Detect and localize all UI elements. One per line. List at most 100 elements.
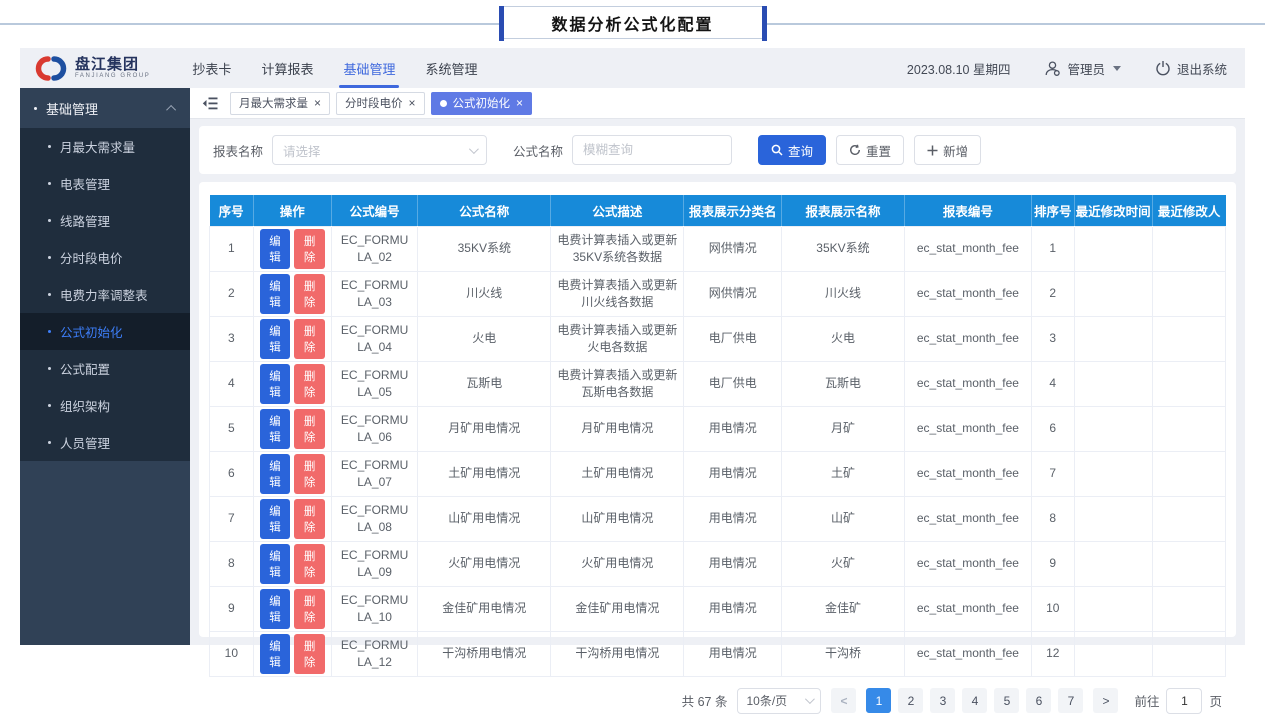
formula-name-input[interactable] [572, 135, 732, 165]
sidebar-item-label: 分时段电价 [60, 248, 123, 267]
cell-category: 用电情况 [684, 406, 782, 451]
delete-button[interactable]: 删除 [294, 319, 325, 359]
logout-button[interactable]: 退出系统 [1155, 59, 1227, 78]
nav-item-link[interactable]: 系统管理 [425, 48, 477, 88]
reset-button[interactable]: 重置 [836, 135, 904, 165]
page-number-button[interactable]: 2 [898, 688, 923, 713]
delete-button[interactable]: 删除 [294, 229, 325, 269]
sidebar-item[interactable]: 人员管理 [20, 424, 190, 461]
view-tab[interactable]: 公式初始化× [431, 92, 533, 115]
sidebar-item[interactable]: 电表管理 [20, 165, 190, 202]
close-icon[interactable]: × [314, 97, 321, 109]
cell-sort: 12 [1031, 631, 1074, 676]
edit-button[interactable]: 编辑 [260, 409, 291, 449]
page-number-button[interactable]: 4 [962, 688, 987, 713]
sidebar-item[interactable]: 线路管理 [20, 202, 190, 239]
cell-modified-by [1152, 541, 1225, 586]
page-number-button[interactable]: 3 [930, 688, 955, 713]
sidebar-item[interactable]: 公式初始化 [20, 313, 190, 350]
report-name-select[interactable]: 请选择 [272, 135, 487, 165]
bullet-icon [48, 256, 51, 259]
collapse-menu-icon[interactable] [202, 96, 218, 111]
close-icon[interactable]: × [516, 97, 523, 109]
pagination: 共 67 条 10条/页 < 1234567 > 前 [209, 688, 1226, 714]
column-header: 公式描述 [551, 195, 684, 226]
nav-item-active[interactable]: 基础管理 [343, 48, 395, 88]
bullet-icon [34, 107, 37, 110]
search-button[interactable]: 查询 [758, 135, 826, 165]
edit-button[interactable]: 编辑 [260, 364, 291, 404]
table-row: 4编辑删除EC_FORMULA_05瓦斯电电费计算表插入或更新瓦斯电各数据电厂供… [210, 361, 1226, 406]
cell-category: 用电情况 [684, 451, 782, 496]
column-header: 报表展示名称 [781, 195, 904, 226]
column-header: 最近修改时间 [1074, 195, 1152, 226]
edit-button[interactable]: 编辑 [260, 454, 291, 494]
delete-button[interactable]: 删除 [294, 409, 325, 449]
edit-button[interactable]: 编辑 [260, 589, 291, 629]
edit-button[interactable]: 编辑 [260, 499, 291, 539]
sidebar-group-basic-mgmt[interactable]: 基础管理 [20, 88, 190, 128]
cell-display-name: 火电 [781, 316, 904, 361]
page-number-button[interactable]: 5 [994, 688, 1019, 713]
cell-sort: 6 [1031, 406, 1074, 451]
cell-formula-name: 火矿用电情况 [418, 541, 551, 586]
edit-button[interactable]: 编辑 [260, 634, 291, 674]
edit-button[interactable]: 编辑 [260, 274, 291, 314]
view-tab[interactable]: 分时段电价 × [336, 92, 425, 115]
cell-index: 3 [210, 316, 254, 361]
cell-modified-by [1152, 226, 1225, 271]
goto-page-input[interactable] [1166, 688, 1202, 714]
page-number-button[interactable]: 6 [1026, 688, 1051, 713]
delete-button[interactable]: 删除 [294, 499, 325, 539]
nav-item-link[interactable]: 抄表卡 [192, 48, 231, 88]
cell-display-name: 35KV系统 [781, 226, 904, 271]
edit-button[interactable]: 编辑 [260, 319, 291, 359]
cell-report-code: ec_stat_month_fee [904, 631, 1031, 676]
delete-button[interactable]: 删除 [294, 634, 325, 674]
cell-category: 用电情况 [684, 496, 782, 541]
sidebar-item[interactable]: 分时段电价 [20, 239, 190, 276]
sidebar-item[interactable]: 电费力率调整表 [20, 276, 190, 313]
delete-button[interactable]: 删除 [294, 364, 325, 404]
table-row: 3编辑删除EC_FORMULA_04火电电费计算表插入或更新火电各数据电厂供电火… [210, 316, 1226, 361]
delete-button[interactable]: 删除 [294, 589, 325, 629]
cell-formula-name: 火电 [418, 316, 551, 361]
cell-formula-name: 干沟桥用电情况 [418, 631, 551, 676]
close-icon[interactable]: × [409, 97, 416, 109]
top-nav: 抄表卡计算报表基础管理系统管理 [192, 48, 477, 88]
page-number-button[interactable]: 7 [1058, 688, 1083, 713]
cell-formula-desc: 电费计算表插入或更新瓦斯电各数据 [551, 361, 684, 406]
edit-button[interactable]: 编辑 [260, 229, 291, 269]
nav-item-link[interactable]: 计算报表 [261, 48, 313, 88]
user-menu[interactable]: 管理员 [1044, 59, 1121, 78]
delete-button[interactable]: 删除 [294, 274, 325, 314]
page-size-select[interactable]: 10条/页 [737, 688, 821, 714]
cell-actions: 编辑删除 [253, 316, 331, 361]
cell-index: 4 [210, 361, 254, 406]
sidebar-item[interactable]: 组织架构 [20, 387, 190, 424]
cell-formula-desc: 土矿用电情况 [551, 451, 684, 496]
edit-button[interactable]: 编辑 [260, 544, 291, 584]
add-button[interactable]: 新增 [914, 135, 981, 165]
sidebar-item[interactable]: 月最大需求量 [20, 128, 190, 165]
bullet-icon [48, 330, 51, 333]
next-page-button[interactable]: > [1093, 688, 1118, 713]
delete-button[interactable]: 删除 [294, 544, 325, 584]
logo-icon [34, 55, 68, 82]
sidebar-item[interactable]: 公式配置 [20, 350, 190, 387]
chevron-down-icon [1113, 66, 1121, 71]
cell-index: 6 [210, 451, 254, 496]
cell-modified-time [1074, 226, 1152, 271]
cell-report-code: ec_stat_month_fee [904, 406, 1031, 451]
delete-button[interactable]: 删除 [294, 454, 325, 494]
tab-label: 分时段电价 [345, 95, 403, 111]
cell-report-code: ec_stat_month_fee [904, 451, 1031, 496]
page-number-button[interactable]: 1 [866, 688, 891, 713]
current-date: 2023.08.10 星期四 [907, 59, 1011, 78]
cell-formula-name: 35KV系统 [418, 226, 551, 271]
prev-page-button[interactable]: < [831, 688, 856, 713]
view-tab[interactable]: 月最大需求量× [230, 92, 330, 115]
cell-formula-desc: 金佳矿用电情况 [551, 586, 684, 631]
top-header: 盘江集团 FANJIANG GROUP 抄表卡计算报表基础管理系统管理 2023… [20, 48, 1245, 88]
title-left-bar [499, 6, 504, 41]
